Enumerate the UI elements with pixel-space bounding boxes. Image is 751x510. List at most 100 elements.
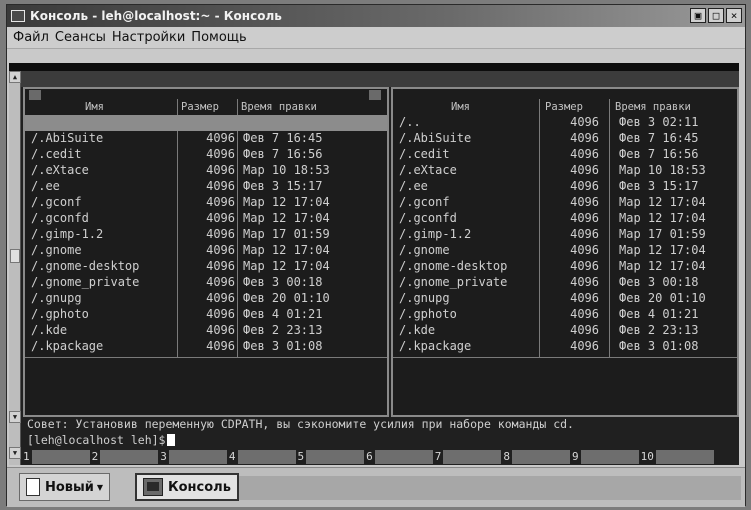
- maximize-button[interactable]: □: [708, 8, 724, 23]
- file-name: /.gimp-1.2: [399, 227, 472, 241]
- file-row[interactable]: /.kde 4096 Фев 2 23:13: [25, 323, 387, 339]
- file-row[interactable]: /.gnome-desktop 4096 Мар 12 17:04: [25, 259, 387, 275]
- close-button[interactable]: ×: [726, 8, 742, 23]
- file-name: /.kde: [31, 323, 68, 337]
- file-row[interactable]: /.cedit 4096 Фев 7 16:56: [25, 147, 387, 163]
- file-mtime: Мар 12 17:04: [243, 211, 330, 225]
- file-row[interactable]: /.gnupg 4096 Фев 20 01:10: [393, 291, 737, 307]
- file-row[interactable]: /.ee 4096 Фев 3 15:17: [25, 179, 387, 195]
- header-mtime[interactable]: Время правки: [241, 101, 317, 113]
- file-row[interactable]: /.gnome-desktop 4096 Мар 12 17:04: [393, 259, 737, 275]
- terminal-area[interactable]: ▲ ▼ ▼ Имя Размер Время правки /.AbiSuite…: [9, 63, 739, 465]
- konsole-icon: [143, 478, 163, 496]
- file-row[interactable]: /.gconf 4096 Мар 12 17:04: [393, 195, 737, 211]
- scroll-up-arrow-icon[interactable]: ▲: [9, 71, 21, 83]
- file-row[interactable]: /.gnome 4096 Мар 12 17:04: [25, 243, 387, 259]
- new-session-label: Новый: [45, 479, 94, 495]
- file-row[interactable]: /.kde 4096 Фев 2 23:13: [393, 323, 737, 339]
- file-row[interactable]: /.gconf 4096 Мар 12 17:04: [25, 195, 387, 211]
- file-row[interactable]: /.. 4096 Фев 3 02:11: [393, 115, 737, 131]
- function-key-f9[interactable]: 9: [570, 450, 639, 464]
- menu-sessions[interactable]: Сеансы: [55, 30, 106, 45]
- scrollbar-thumb[interactable]: [10, 249, 20, 263]
- file-row[interactable]: /.gphoto 4096 Фев 4 01:21: [25, 307, 387, 323]
- left-column-headers[interactable]: Имя Размер Время правки: [25, 101, 387, 115]
- new-session-button[interactable]: Новый ▼: [19, 473, 111, 501]
- file-row[interactable]: /.gimp-1.2 4096 Мар 17 01:59: [25, 227, 387, 243]
- file-name: /.gnome-desktop: [399, 259, 508, 273]
- file-size: 4096: [206, 147, 235, 161]
- function-key-f4[interactable]: 4: [226, 450, 296, 464]
- file-row[interactable]: /.AbiSuite 4096 Фев 7 16:45: [393, 131, 737, 147]
- file-mtime: Фев 3 01:08: [619, 339, 699, 353]
- panel-path-tab[interactable]: [29, 90, 41, 100]
- file-mtime: Мар 10 18:53: [619, 163, 706, 177]
- file-size: 4096: [206, 195, 235, 209]
- scroll-down-arrow-icon[interactable]: ▼: [9, 447, 21, 459]
- function-key-f5[interactable]: 5: [295, 450, 365, 464]
- file-row[interactable]: /.ee 4096 Фев 3 15:17: [393, 179, 737, 195]
- panel-path-tab[interactable]: [369, 90, 381, 100]
- file-row[interactable]: /.gconfd 4096 Мар 12 17:04: [393, 211, 737, 227]
- hint-line: Совет: Установив переменную CDPATH, вы с…: [27, 417, 574, 431]
- file-row[interactable]: /.eXtace 4096 Мар 10 18:53: [393, 163, 737, 179]
- file-row[interactable]: /.kpackage 4096 Фев 3 01:08: [25, 339, 387, 355]
- file-row[interactable]: /.gphoto 4096 Фев 4 01:21: [393, 307, 737, 323]
- file-row[interactable]: /.gnome_private 4096 Фев 3 00:18: [393, 275, 737, 291]
- file-name: /.kpackage: [399, 339, 472, 353]
- header-name[interactable]: Имя: [85, 101, 104, 113]
- header-size[interactable]: Размер: [181, 101, 219, 113]
- menu-settings[interactable]: Настройки: [112, 30, 185, 45]
- file-row[interactable]: /.gconfd 4096 Мар 12 17:04: [25, 211, 387, 227]
- scroll-down-arrow-icon[interactable]: ▼: [9, 411, 21, 423]
- function-key-f6[interactable]: 6: [364, 450, 433, 464]
- function-key-label: [512, 450, 570, 464]
- file-row[interactable]: /.gnome 4096 Мар 12 17:04: [393, 243, 737, 259]
- file-mtime: Мар 17 01:59: [619, 227, 706, 241]
- file-name: /.AbiSuite: [31, 131, 104, 145]
- function-key-number: 2: [89, 450, 101, 464]
- header-mtime[interactable]: Время правки: [615, 101, 691, 113]
- file-name: /.AbiSuite: [399, 131, 472, 145]
- right-file-panel[interactable]: Имя Размер Время правки /.. 4096 Фев 3 02:…: [391, 87, 739, 417]
- menu-help[interactable]: Помощь: [191, 30, 246, 45]
- file-row[interactable]: /.gnome_private 4096 Фев 3 00:18: [25, 275, 387, 291]
- file-name: /.gconf: [399, 195, 450, 209]
- terminal-scrollbar[interactable]: ▲ ▼ ▼: [9, 71, 21, 465]
- dropdown-arrow-icon[interactable]: ▼: [97, 483, 103, 492]
- session-tab-konsole[interactable]: Консоль: [135, 473, 239, 501]
- header-size[interactable]: Размер: [545, 101, 583, 113]
- window-menu-icon[interactable]: [11, 10, 25, 22]
- mc-menu-bar[interactable]: [21, 71, 739, 87]
- menu-bar: Файл Сеансы Настройки Помощь: [7, 27, 745, 49]
- title-bar[interactable]: Консоль - leh@localhost:~ - Консоль ▣ □ …: [7, 5, 745, 27]
- minimize-button[interactable]: ▣: [690, 8, 706, 23]
- file-size: 4096: [206, 227, 235, 241]
- right-column-headers[interactable]: Имя Размер Время правки: [393, 101, 737, 115]
- panel-divider: [25, 357, 387, 358]
- menu-file[interactable]: Файл: [13, 30, 49, 45]
- function-key-f8[interactable]: 8: [501, 450, 570, 464]
- file-row[interactable]: /.gimp-1.2 4096 Мар 17 01:59: [393, 227, 737, 243]
- file-row[interactable]: /.kpackage 4096 Фев 3 01:08: [393, 339, 737, 355]
- file-row[interactable]: /.eXtace 4096 Мар 10 18:53: [25, 163, 387, 179]
- file-mtime: Фев 3 02:11: [619, 115, 699, 129]
- function-key-f7[interactable]: 7: [432, 450, 502, 464]
- file-name: /.gconfd: [31, 211, 89, 225]
- header-name[interactable]: Имя: [451, 101, 470, 113]
- file-row[interactable]: [25, 115, 387, 131]
- command-prompt[interactable]: [leh@localhost leh]$: [27, 433, 176, 449]
- function-key-f3[interactable]: 3: [158, 450, 227, 464]
- file-row[interactable]: /.gnupg 4096 Фев 20 01:10: [25, 291, 387, 307]
- session-tab-bar: Новый ▼ Консоль: [7, 467, 745, 507]
- file-size: 4096: [570, 147, 599, 161]
- file-size: 4096: [206, 179, 235, 193]
- function-key-f1[interactable]: 1: [21, 450, 90, 464]
- left-file-panel[interactable]: Имя Размер Время правки /.AbiSuite 4096 Фе…: [23, 87, 389, 417]
- function-key-f2[interactable]: 2: [89, 450, 159, 464]
- file-mtime: Фев 2 23:13: [243, 323, 323, 337]
- file-mtime: Мар 12 17:04: [243, 195, 330, 209]
- file-row[interactable]: /.AbiSuite 4096 Фев 7 16:45: [25, 131, 387, 147]
- function-key-f10[interactable]: 10: [638, 450, 714, 464]
- file-row[interactable]: /.cedit 4096 Фев 7 16:56: [393, 147, 737, 163]
